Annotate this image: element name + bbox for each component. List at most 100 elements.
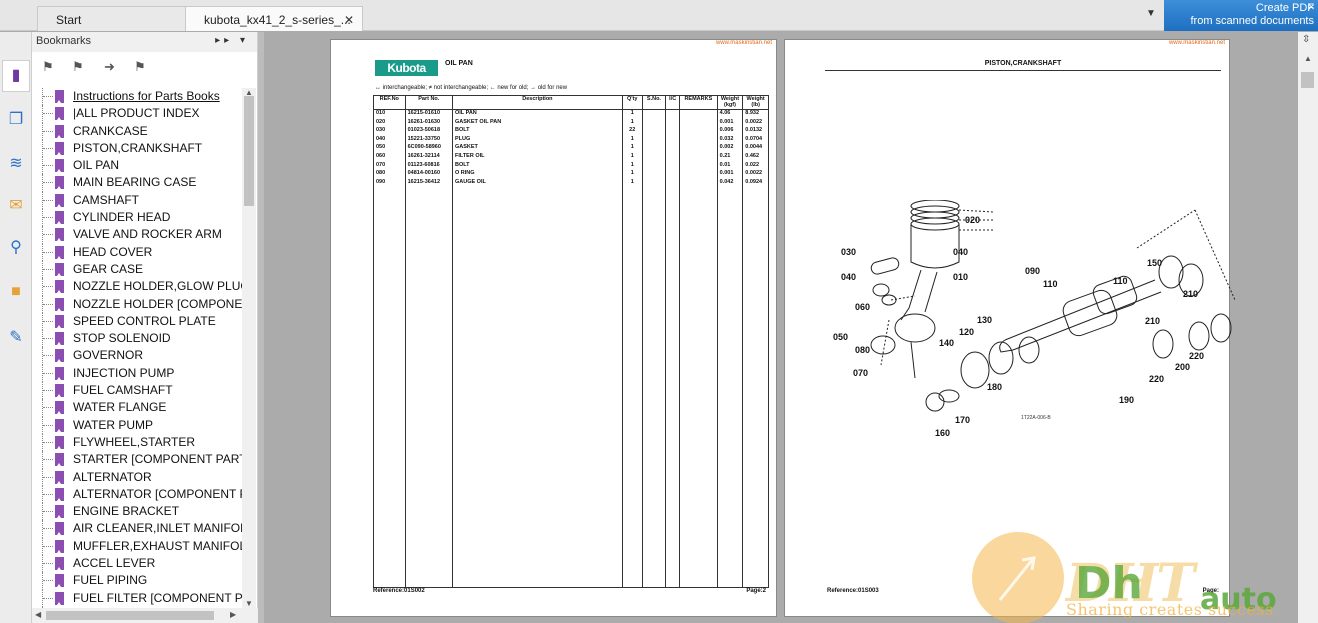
collapse-bookmark-icon[interactable]: ⚑ xyxy=(72,59,84,75)
bookmark-item[interactable]: NOZZLE HOLDER [COMPONENT xyxy=(32,295,242,313)
bookmarks-vertical-scrollbar[interactable]: ▲ ▼ xyxy=(242,88,256,608)
document-vertical-scrollbar[interactable]: ⇳ ▲ xyxy=(1298,32,1318,623)
table-row: 040 15221-33750 PLUG 1 0.032 0.0704 xyxy=(373,135,769,145)
scroll-left-icon[interactable]: ◀ xyxy=(35,610,41,619)
bookmark-item[interactable]: PISTON,CRANKSHAFT xyxy=(32,139,242,158)
bookmark-item[interactable]: CRANKCASE xyxy=(32,122,242,140)
signatures-panel-icon[interactable]: ✎ xyxy=(6,328,26,348)
bookmark-item[interactable]: FUEL CAMSHAFT xyxy=(32,382,242,400)
bookmark-label: HEAD COVER xyxy=(73,244,153,259)
tree-line xyxy=(42,520,54,538)
bookmark-label: FLYWHEEL,STARTER xyxy=(73,434,196,449)
table-cell: 0.0044 xyxy=(742,144,769,154)
scroll-down-icon[interactable]: ▼ xyxy=(245,599,253,608)
hscrollbar-thumb[interactable] xyxy=(46,611,214,620)
bookmark-item[interactable]: OIL PAN xyxy=(32,157,242,175)
table-cell: 010 xyxy=(373,109,406,119)
split-view-icon[interactable]: ⇳ xyxy=(1302,34,1310,45)
bookmark-item[interactable]: NOZZLE HOLDER,GLOW PLUG xyxy=(32,278,242,296)
comments-panel-icon[interactable]: ✉ xyxy=(6,196,26,216)
tab-start[interactable]: Start xyxy=(37,6,187,31)
callout-label: 210 xyxy=(1183,289,1199,299)
table-cell xyxy=(641,109,667,119)
table-cell xyxy=(679,161,718,171)
close-banner-icon[interactable]: ✕ xyxy=(1307,1,1315,14)
bookmark-item[interactable]: INJECTION PUMP xyxy=(32,364,242,383)
bookmark-item[interactable]: |ALL PRODUCT INDEX xyxy=(32,105,242,123)
bookmark-item[interactable]: SPEED CONTROL PLATE xyxy=(32,312,242,331)
doc-scroll-up-icon[interactable]: ▲ xyxy=(1304,54,1312,63)
panel-splitter[interactable] xyxy=(258,32,264,623)
bookmark-item[interactable]: FUEL FILTER [COMPONENT PAF xyxy=(32,589,242,607)
table-cell: 0.462 xyxy=(742,153,769,162)
bookmarks-panel: Bookmarks ▸▸ ▾ ⚑ ⚑ ➜ ⚑ Instructions for … xyxy=(32,32,258,623)
scroll-right-icon[interactable]: ▶ xyxy=(230,610,236,619)
bookmark-item[interactable]: CAMSHAFT xyxy=(32,191,242,210)
bookmark-item[interactable]: STOP SOLENOID xyxy=(32,330,242,348)
close-tab-icon[interactable]: ✕ xyxy=(344,13,354,27)
bookmark-item[interactable]: MUFFLER,EXHAUST MANIFOLD xyxy=(32,537,242,556)
table-cell xyxy=(641,144,667,154)
bookmark-item[interactable]: WATER PUMP xyxy=(32,416,242,434)
bookmark-item[interactable]: ENGINE BRACKET xyxy=(32,503,242,521)
panel-controls-icon[interactable]: ▸▸ ▾ xyxy=(215,35,249,46)
tab-start-label: Start xyxy=(56,13,82,27)
expand-bookmark-icon[interactable]: ⚑ xyxy=(42,59,54,75)
bookmark-item[interactable]: HEAD COVER xyxy=(32,243,242,261)
bookmark-item[interactable]: GEAR CASE xyxy=(32,260,242,279)
bookmark-icon xyxy=(55,418,64,432)
bookmark-item[interactable]: AIR CLEANER,INLET MANIFOLD xyxy=(32,520,242,538)
bookmark-label: AIR CLEANER,INLET MANIFOLD xyxy=(73,521,242,536)
doc-scrollbar-thumb[interactable] xyxy=(1301,72,1314,88)
tree-line xyxy=(42,555,54,573)
table-cell xyxy=(679,170,718,179)
layers-panel-icon[interactable]: ≋ xyxy=(6,154,26,174)
bookmark-icon xyxy=(55,470,64,484)
bookmarks-panel-icon[interactable]: ▮ xyxy=(2,60,30,92)
bookmark-label: MUFFLER,EXHAUST MANIFOLD xyxy=(73,538,242,553)
bookmark-item[interactable]: Instructions for Parts Books xyxy=(32,88,242,106)
tree-line xyxy=(42,416,54,434)
drawing-code: 1T22A-006-B xyxy=(1021,415,1051,421)
security-panel-icon[interactable]: ■ xyxy=(6,282,26,302)
bookmark-item[interactable]: WATER FLANGE xyxy=(32,399,242,417)
add-bookmark-icon[interactable]: ➜ xyxy=(104,59,115,75)
callout-label: 150 xyxy=(1147,258,1163,268)
callout-label: 080 xyxy=(855,345,871,355)
tab-list-dropdown-icon[interactable]: ▼ xyxy=(1146,8,1156,19)
table-cell: 0.002 xyxy=(716,144,744,154)
column-header: REF.No xyxy=(373,95,406,110)
pages-panel-icon[interactable]: ❐ xyxy=(6,110,26,130)
bookmark-item[interactable]: ACCEL LEVER xyxy=(32,555,242,573)
bookmark-item[interactable]: VALVE AND ROCKER ARM xyxy=(32,226,242,244)
tree-line xyxy=(42,226,54,244)
table-cell xyxy=(641,170,667,179)
bookmarks-header: Bookmarks ▸▸ ▾ xyxy=(32,32,257,52)
bookmark-item[interactable]: ALTERNATOR [COMPONENT PA xyxy=(32,485,242,504)
bookmark-icon xyxy=(55,90,64,103)
bookmark-item[interactable]: FUEL PIPING xyxy=(32,572,242,590)
bookmark-item[interactable]: STARTER [COMPONENT PARTS xyxy=(32,451,242,469)
tab-document[interactable]: kubota_kx41_2_s-series_... ✕ xyxy=(185,6,363,31)
attachments-panel-icon[interactable]: ⚲ xyxy=(6,238,26,258)
table-cell xyxy=(404,187,453,588)
table-cell: 0.0924 xyxy=(742,178,769,188)
table-cell xyxy=(641,187,667,588)
create-pdf-banner[interactable]: ✕ Create PDF from scanned documents xyxy=(1164,0,1318,31)
bookmark-item[interactable]: MAIN BEARING CASE xyxy=(32,174,242,192)
bookmark-item[interactable]: GOVERNOR xyxy=(32,347,242,365)
bookmark-item[interactable]: ALTERNATOR xyxy=(32,468,242,486)
scrollbar-thumb[interactable] xyxy=(244,96,254,206)
bookmark-icon xyxy=(55,332,64,346)
bookmark-label: FUEL FILTER [COMPONENT PAF xyxy=(73,590,242,605)
bookmark-item[interactable]: CYLINDER HEAD xyxy=(32,209,242,227)
bookmark-icon xyxy=(55,349,64,363)
table-cell: 8.932 xyxy=(742,109,769,119)
callout-label: 200 xyxy=(1175,362,1191,372)
callout-label: 110 xyxy=(1113,276,1128,286)
table-cell: 080 xyxy=(373,170,406,179)
bookmarks-horizontal-scrollbar[interactable]: ◀ ▶ xyxy=(32,608,258,623)
bookmark-item[interactable]: FLYWHEEL,STARTER xyxy=(32,433,242,452)
table-cell: 01023-50618 xyxy=(404,127,453,136)
find-bookmark-icon[interactable]: ⚑ xyxy=(134,59,146,75)
